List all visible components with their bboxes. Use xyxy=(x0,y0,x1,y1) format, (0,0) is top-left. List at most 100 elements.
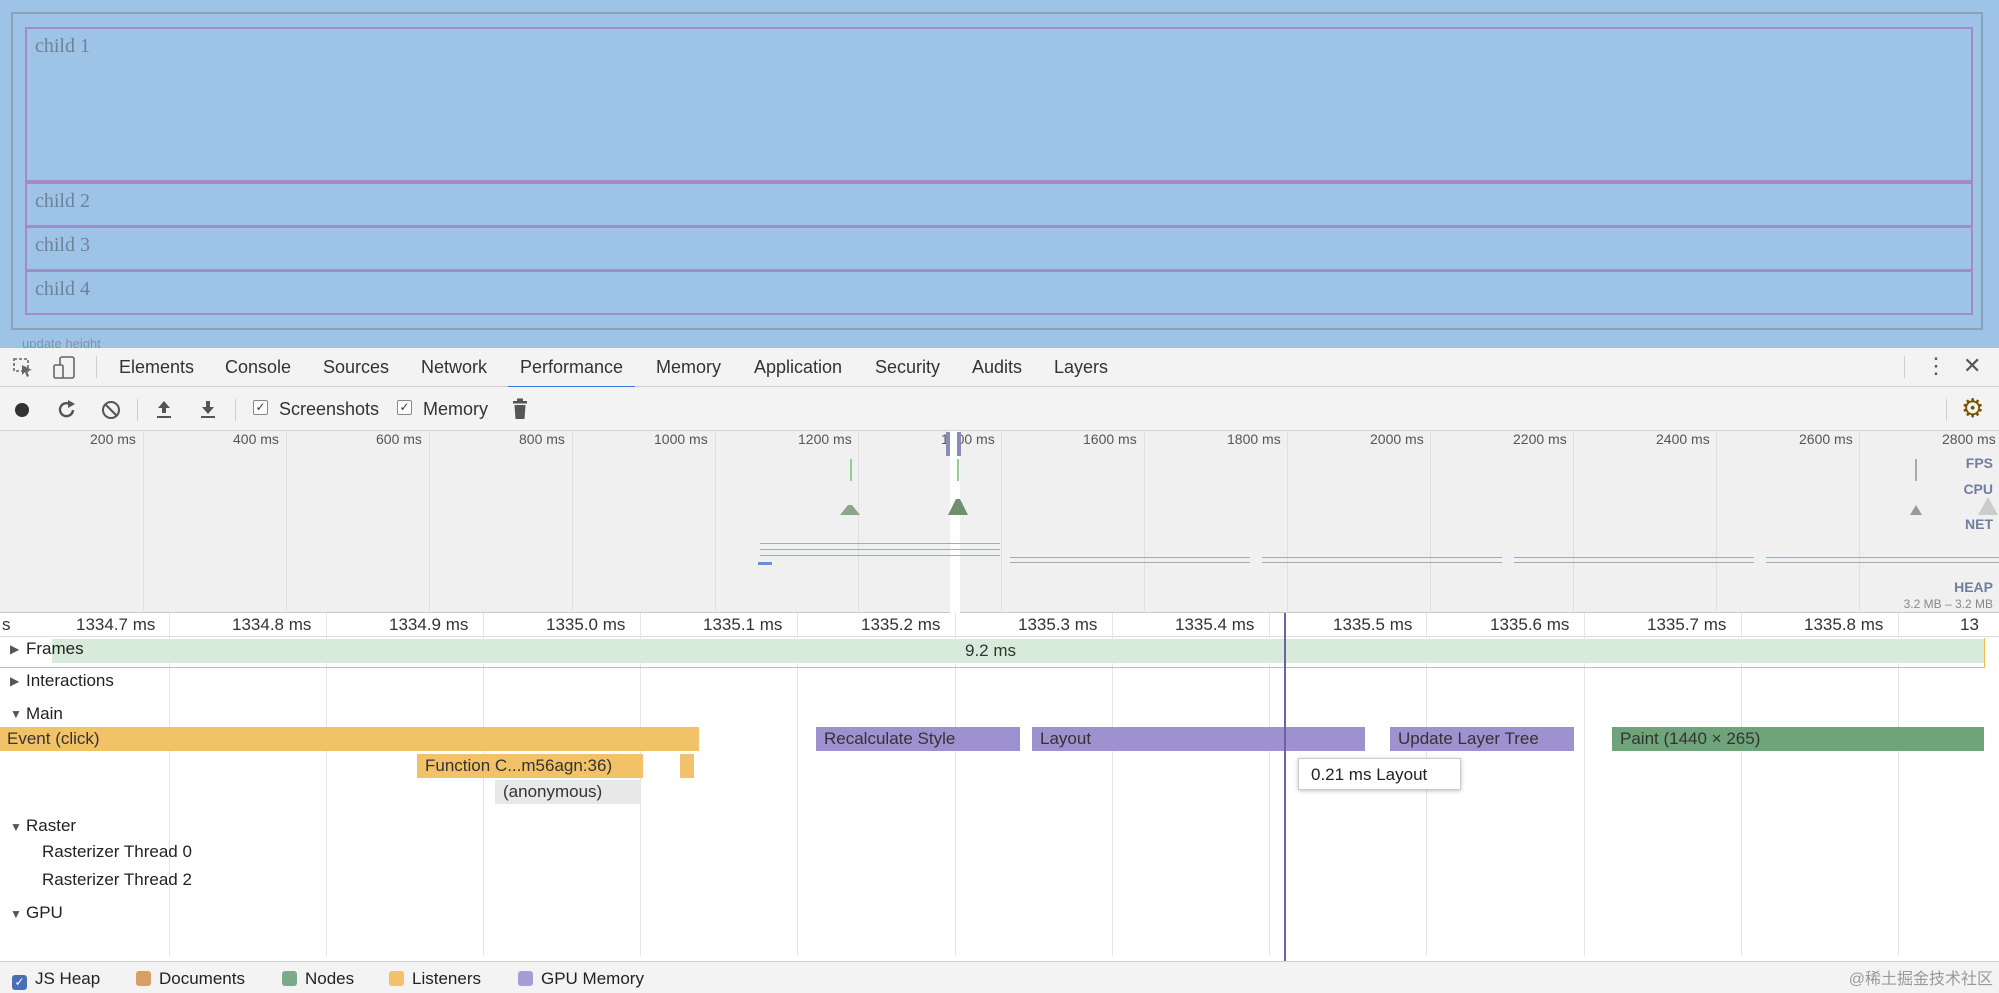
ruler-tick-fragment: 13 xyxy=(1960,615,1979,634)
tab-sources[interactable]: Sources xyxy=(323,348,389,386)
legend-documents[interactable]: Documents xyxy=(136,969,245,989)
child-2-box: child 2 xyxy=(25,182,1973,227)
cpu-label: CPU xyxy=(1963,481,1993,497)
tab-layers[interactable]: Layers xyxy=(1054,348,1108,386)
tab-application[interactable]: Application xyxy=(754,348,842,386)
memory-checkbox[interactable]: ✓ xyxy=(397,400,412,415)
tab-elements[interactable]: Elements xyxy=(119,348,194,386)
ruler-tick: 1334.8 ms xyxy=(232,615,312,634)
save-profile-icon[interactable] xyxy=(198,398,218,420)
tooltip-event-name: Layout xyxy=(1376,765,1428,784)
track-gpu[interactable]: GPU xyxy=(26,903,63,923)
legend-gpu-memory[interactable]: GPU Memory xyxy=(518,969,644,989)
performance-toolbar: ✓ Screenshots ✓ Memory ⚙ xyxy=(0,387,1999,431)
fps-mark xyxy=(1915,459,1917,481)
event-anonymous[interactable]: (anonymous) xyxy=(495,780,641,804)
overview-tick: 400 ms xyxy=(233,431,279,447)
track-rasterizer-thread-0[interactable]: Rasterizer Thread 0 xyxy=(42,842,192,862)
timeline-overview[interactable]: 200 ms 400 ms 600 ms 800 ms 1000 ms 1200… xyxy=(0,431,1999,613)
legend-js-heap[interactable]: ✓ JS Heap xyxy=(12,969,100,990)
legend-label: GPU Memory xyxy=(541,969,644,988)
collapse-arrow-icon[interactable]: ▼ xyxy=(10,907,22,921)
event-small-call[interactable] xyxy=(680,754,694,778)
inspect-element-icon[interactable] xyxy=(13,358,35,378)
load-profile-icon[interactable] xyxy=(154,398,174,420)
event-layout[interactable]: Layout xyxy=(1032,727,1365,751)
frame-bar[interactable] xyxy=(52,639,1984,663)
legend-label: Nodes xyxy=(305,969,355,988)
tab-audits[interactable]: Audits xyxy=(972,348,1022,386)
overview-tick: 1800 ms xyxy=(1227,431,1281,447)
overview-tick: 2800 ms xyxy=(1942,431,1996,447)
event-click[interactable]: Event (click) xyxy=(0,727,699,751)
child-label: child 4 xyxy=(35,278,90,300)
ruler-tick: 1334.9 ms xyxy=(389,615,469,634)
clear-icon[interactable] xyxy=(100,399,122,421)
track-rasterizer-thread-2[interactable]: Rasterizer Thread 2 xyxy=(42,870,192,890)
checkbox-icon[interactable]: ✓ xyxy=(12,975,27,990)
screenshots-label: Screenshots xyxy=(279,399,380,419)
child-label: child 1 xyxy=(35,35,90,57)
heap-line xyxy=(760,555,1000,556)
tab-memory[interactable]: Memory xyxy=(656,348,721,386)
tab-performance[interactable]: Performance xyxy=(508,348,636,388)
device-toolbar-icon[interactable] xyxy=(53,356,77,380)
checkbox-icon[interactable] xyxy=(136,971,151,986)
event-function-call[interactable]: Function C...m56agn:36) xyxy=(417,754,643,778)
memory-legend-bar: ✓ JS Heap Documents Nodes Listeners GPU M… xyxy=(0,961,1999,993)
legend-nodes[interactable]: Nodes xyxy=(282,969,354,989)
ruler-tick: 1335.2 ms xyxy=(861,615,941,634)
record-icon[interactable] xyxy=(15,403,29,417)
track-interactions[interactable]: Interactions xyxy=(26,671,114,691)
tab-network[interactable]: Network xyxy=(421,348,487,386)
heap-line xyxy=(1010,562,1250,563)
reload-icon[interactable] xyxy=(56,399,78,421)
overview-tick: 600 ms xyxy=(376,431,422,447)
legend-listeners[interactable]: Listeners xyxy=(389,969,481,989)
overview-tick: 800 ms xyxy=(519,431,565,447)
heap-line xyxy=(760,549,1000,550)
settings-gear-icon[interactable]: ⚙ xyxy=(1961,393,1984,424)
checkbox-icon[interactable] xyxy=(389,971,404,986)
overview-gridline xyxy=(143,431,144,613)
close-icon[interactable]: ✕ xyxy=(1963,353,1981,379)
event-update-layer-tree[interactable]: Update Layer Tree xyxy=(1390,727,1574,751)
expand-arrow-icon[interactable]: ▶ xyxy=(10,642,19,656)
checkbox-icon[interactable] xyxy=(282,971,297,986)
legend-label: Listeners xyxy=(412,969,481,988)
screenshots-checkbox[interactable]: ✓ xyxy=(253,400,268,415)
checkbox-icon[interactable] xyxy=(518,971,533,986)
overview-gridline xyxy=(715,431,716,613)
track-main[interactable]: Main xyxy=(26,704,63,724)
watermark: @稀土掘金技术社区 xyxy=(1848,971,1993,988)
page-preview: child 1 child 2 child 3 child 4 update h… xyxy=(0,0,1999,351)
collapse-arrow-icon[interactable]: ▼ xyxy=(10,707,22,721)
child-label: child 2 xyxy=(35,190,90,212)
ruler-tick: 1334.7 ms xyxy=(76,615,156,634)
fps-mark xyxy=(957,459,959,481)
collect-garbage-icon[interactable] xyxy=(511,398,529,420)
collapse-arrow-icon[interactable]: ▼ xyxy=(10,820,22,834)
more-options-icon[interactable]: ⋮ xyxy=(1925,353,1947,379)
divider xyxy=(96,356,97,378)
divider xyxy=(1946,399,1947,421)
event-recalculate-style[interactable]: Recalculate Style xyxy=(816,727,1020,751)
child-label: child 3 xyxy=(35,234,90,256)
cpu-spike xyxy=(840,505,860,515)
heap-label: HEAP xyxy=(1954,579,1993,595)
ruler-tick: 1335.3 ms xyxy=(1018,615,1098,634)
overview-tick: 2000 ms xyxy=(1370,431,1424,447)
track-raster[interactable]: Raster xyxy=(26,816,76,836)
tab-security[interactable]: Security xyxy=(875,348,940,386)
child-3-box: child 3 xyxy=(25,226,1973,271)
heap-line xyxy=(1514,557,1754,558)
memory-label: Memory xyxy=(423,399,489,419)
event-paint[interactable]: Paint (1440 × 265) xyxy=(1612,727,1984,751)
heap-line xyxy=(1766,557,1999,558)
expand-arrow-icon[interactable]: ▶ xyxy=(10,674,19,688)
tab-console[interactable]: Console xyxy=(225,348,291,386)
selection-handle-left[interactable] xyxy=(946,432,950,456)
track-frames[interactable]: Frames xyxy=(26,639,84,659)
time-cursor xyxy=(1284,613,1286,961)
selection-handle-right[interactable] xyxy=(957,432,961,456)
